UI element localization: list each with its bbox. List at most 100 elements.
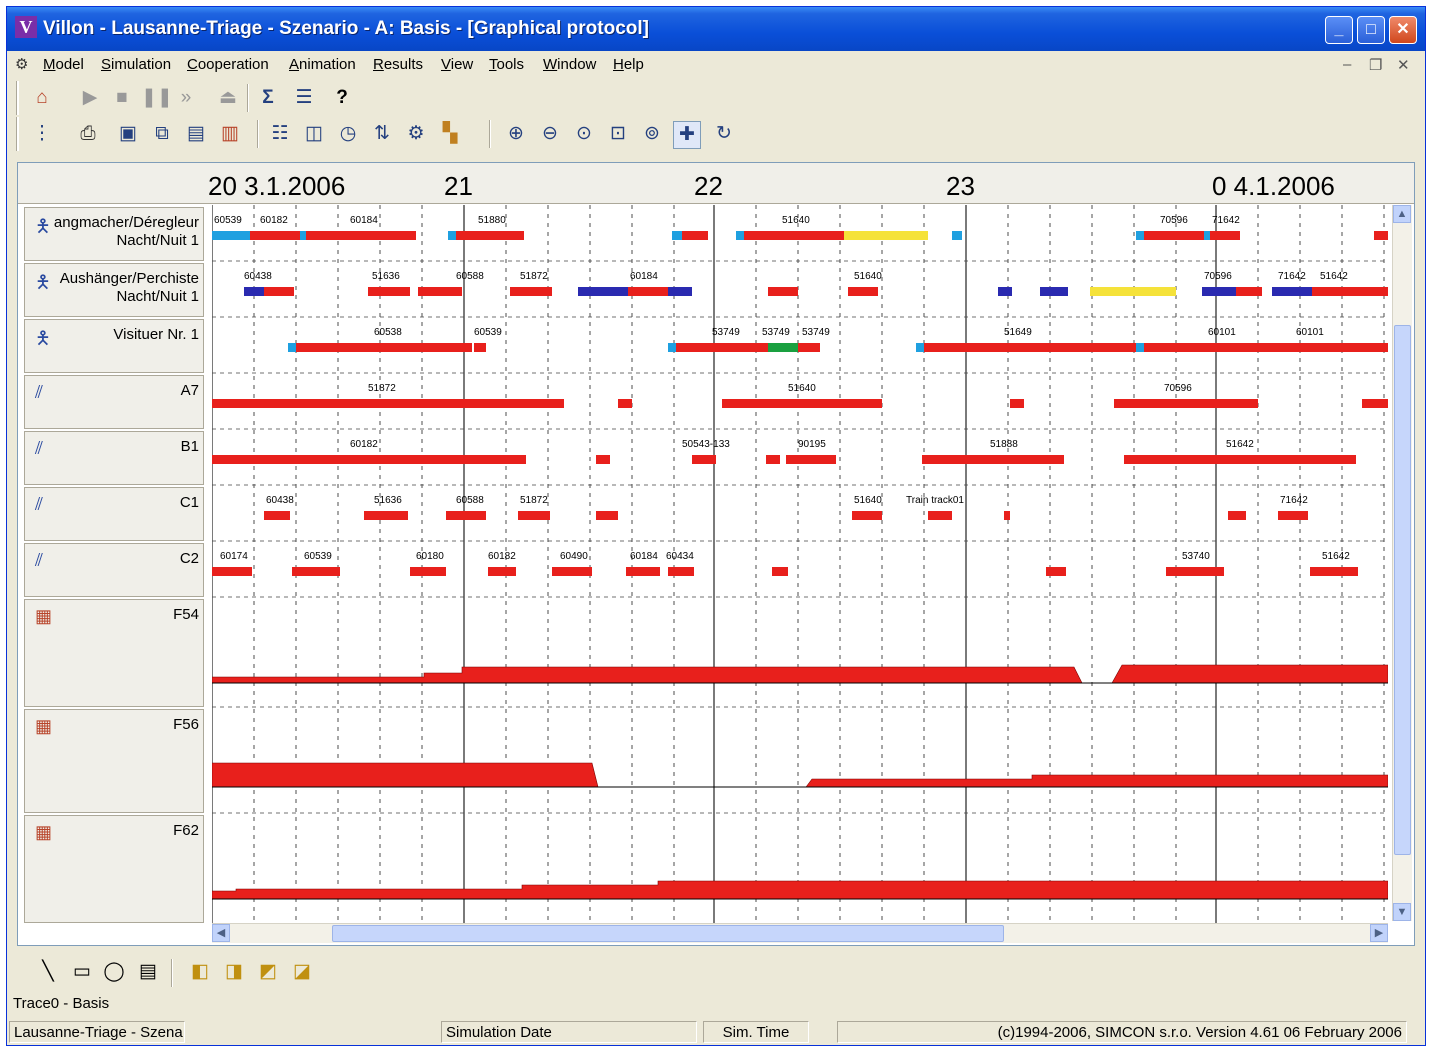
send-backward-icon[interactable]: ◪ [289,959,315,985]
zoom-fit-icon[interactable]: ⊡ [605,121,631,147]
refresh-icon[interactable]: ↻ [711,121,737,147]
row-label-f56[interactable]: ▦ F56 [24,709,204,813]
horizontal-scrollbar[interactable]: ◀ ▶ [212,923,1388,943]
menu-view[interactable]: View [441,56,473,73]
occupancy-bar [488,567,516,576]
text-tool-icon[interactable]: ▤ [135,959,161,985]
occupancy-bar [672,231,682,240]
clock-icon[interactable]: ◷ [335,121,361,147]
occupancy-bar [998,287,1012,296]
menu-model[interactable]: Model [43,56,84,73]
row-label-visituer[interactable]: 🯅 Visituer Nr. 1 [24,319,204,373]
close-button[interactable]: ✕ [1389,16,1417,44]
bar-label: 60182 [350,439,378,450]
vertical-scroll-thumb[interactable] [1394,325,1411,855]
send-back-icon[interactable]: ◨ [221,959,247,985]
print-icon[interactable]: ⎙ [75,121,101,147]
scroll-left-button[interactable]: ◀ [212,924,230,942]
row-label-f62[interactable]: ▦ F62 [24,815,204,923]
maximize-button[interactable]: □ [1357,16,1385,44]
list-icon[interactable]: ☰ [291,85,317,111]
copy-icon[interactable]: ⧉ [149,121,175,147]
pause-icon[interactable]: ❚❚ [141,85,173,111]
report-icon[interactable]: ☷ [267,121,293,147]
row-name: angmacher/Déregleur [53,214,199,231]
properties-icon[interactable]: ⚙ [403,121,429,147]
occupancy-bar [1124,455,1356,464]
menu-animation[interactable]: Animation [289,56,356,73]
occupancy-bar [1210,231,1240,240]
preview-icon[interactable]: ◫ [301,121,327,147]
monitor-icon[interactable]: ▣ [115,121,141,147]
bring-forward-icon[interactable]: ◩ [255,959,281,985]
line-tool-icon[interactable]: ╲ [35,959,61,985]
occupancy-bar [1236,287,1262,296]
occupancy-bar [512,455,526,464]
toolbar-separator [171,959,173,987]
occupancy-bar [474,343,486,352]
scroll-right-button[interactable]: ▶ [1370,924,1388,942]
home-icon[interactable]: ⌂ [29,85,55,111]
zoom-icon[interactable]: ⊙ [571,121,597,147]
row-label-c1[interactable]: ⫽ C1 [24,487,204,541]
sum-icon[interactable]: Σ [255,85,281,111]
bar-label: 50543-133 [682,439,730,450]
mdi-restore-button[interactable]: ❐ [1369,56,1382,74]
horizontal-scroll-thumb[interactable] [332,925,1004,942]
mdi-minimize-button[interactable]: ‒ [1343,56,1351,73]
occupancy-bar [1136,343,1144,352]
gantt-plot[interactable]: 60539 60182 60184 51880 51640 70596 71642 60438… [212,205,1388,931]
paste-icon[interactable]: ▤ [183,121,209,147]
mdi-close-button[interactable]: ✕ [1397,56,1410,74]
row-label-a7[interactable]: ⫽ A7 [24,375,204,429]
pan-icon[interactable]: ✚ [673,121,701,149]
menu-help[interactable]: Help [613,56,644,73]
step-icon[interactable]: » [173,85,199,111]
zoom-select-icon[interactable]: ⊚ [639,121,665,147]
stop-icon[interactable]: ■ [109,85,135,111]
minimize-button[interactable]: _ [1325,16,1353,44]
bar-label: 53749 [712,327,740,338]
row-label-b1[interactable]: ⫽ B1 [24,431,204,485]
palette-icon[interactable]: ▚ [437,121,463,147]
help-pointer-icon[interactable]: ? [329,85,355,111]
menu-simulation[interactable]: Simulation [101,56,171,73]
menu-tools[interactable]: Tools [489,56,524,73]
scroll-down-button[interactable]: ▼ [1393,903,1411,921]
application-window: V Villon - Lausanne-Triage - Szenario - … [6,6,1426,1046]
occupancy-bar [264,287,294,296]
row-label-aushaenger[interactable]: 🯅 Aushänger/Perchiste Nacht/Nuit 1 [24,263,204,317]
paste-special-icon[interactable]: ▥ [217,121,243,147]
sort-icon[interactable]: ⇅ [369,121,395,147]
scroll-up-button[interactable]: ▲ [1393,205,1411,223]
occupancy-bar [772,567,788,576]
zoom-out-icon[interactable]: ⊖ [537,121,563,147]
vertical-scrollbar[interactable]: ▲ ▼ [1392,205,1412,921]
occupancy-bar [596,455,610,464]
title-bar[interactable]: V Villon - Lausanne-Triage - Szenario - … [7,7,1425,51]
menu-cooperation[interactable]: Cooperation [187,56,269,73]
play-icon[interactable]: ▶ [77,85,103,111]
bar-label: 53749 [762,327,790,338]
tree-icon[interactable]: ⋮ [29,121,55,147]
menu-window[interactable]: Window [543,56,596,73]
bar-label: 51888 [990,439,1018,450]
yard-icon: ▦ [35,716,53,736]
occupancy-bar [518,511,550,520]
bar-label: 51636 [374,495,402,506]
zoom-in-icon[interactable]: ⊕ [503,121,529,147]
row-name: F54 [173,606,199,623]
row-label-c2[interactable]: ⫽ C2 [24,543,204,597]
row-label-f54[interactable]: ▦ F54 [24,599,204,707]
bring-front-icon[interactable]: ◧ [187,959,213,985]
row-label-rangiermeister[interactable]: 🯅 angmacher/Déregleur Nacht/Nuit 1 [24,207,204,261]
villon-app-icon[interactable]: V [15,16,37,38]
menu-results[interactable]: Results [373,56,423,73]
ellipse-tool-icon[interactable]: ◯ [101,959,127,985]
rectangle-tool-icon[interactable]: ▭ [69,959,95,985]
occupancy-bar [852,511,882,520]
time-axis-header: 20 3.1.2006 21 22 23 0 4.1.2006 [18,163,1414,204]
eject-icon[interactable]: ⏏ [215,85,241,111]
mdi-child-icon[interactable]: ⚙ [15,55,28,73]
bar-label: 60539 [474,327,502,338]
